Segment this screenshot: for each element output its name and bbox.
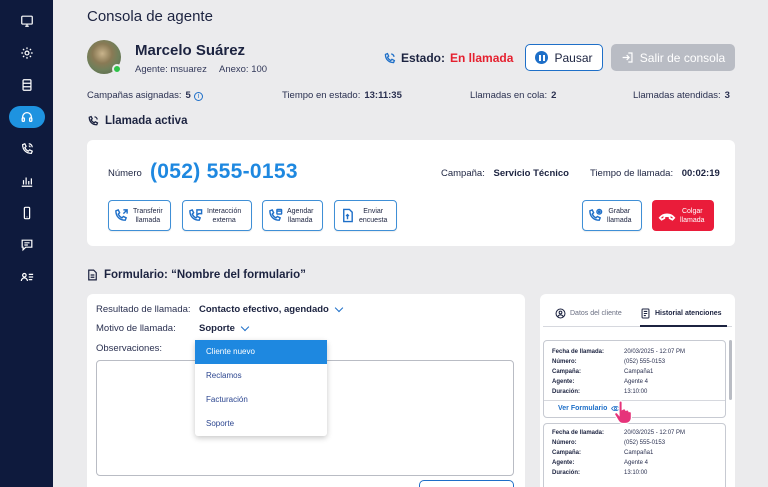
- observations-label: Observaciones:: [96, 343, 163, 354]
- sidebar: [0, 0, 53, 487]
- main-content: Consola de agente Marcelo Suárez Agente:…: [53, 0, 768, 487]
- chevron-down-icon: [334, 303, 344, 313]
- logout-icon: [622, 52, 633, 63]
- survey-icon: [343, 208, 353, 223]
- stat-queue-value: 2: [551, 90, 557, 101]
- record-call-icon: [589, 208, 603, 221]
- chevron-down-icon: [240, 322, 250, 332]
- dropdown-option[interactable]: Reclamos: [195, 364, 327, 388]
- phone-call-icon: [384, 52, 396, 63]
- sidebar-item-calls[interactable]: [9, 138, 45, 160]
- stat-attended: Llamadas atendidas: 3: [633, 90, 730, 101]
- caller-number: (052) 555-0153: [150, 160, 298, 183]
- stat-campaigns: Campañas asignadas: 5 i: [87, 90, 203, 101]
- sidebar-item-agent-console[interactable]: [9, 106, 45, 128]
- active-call-title: Llamada activa: [87, 115, 187, 127]
- reason-dropdown: Cliente nuevo Reclamos Facturación Sopor…: [195, 340, 327, 436]
- result-select[interactable]: Contacto efectivo, agendado: [199, 303, 344, 315]
- database-icon: [22, 79, 32, 91]
- sidebar-item-messages[interactable]: [9, 234, 45, 256]
- campaign-info: Campaña: Servicio Técnico: [441, 168, 569, 179]
- record-call-button[interactable]: Grabar llamada: [582, 200, 642, 231]
- stat-attended-value: 3: [724, 90, 730, 101]
- history-card: Fecha de llamada: 20/03/2025 - 12:07 PM …: [543, 423, 726, 487]
- avatar: [87, 40, 122, 74]
- status-value: En llamada: [450, 51, 514, 65]
- tab-client-data[interactable]: Datos del cliente: [555, 308, 622, 319]
- status-label: Estado:: [401, 51, 446, 65]
- dropdown-option[interactable]: Soporte: [195, 412, 327, 436]
- stat-time-value: 13:11:35: [364, 90, 402, 101]
- agent-extension: Anexo: 100: [219, 64, 268, 75]
- history-card: Fecha de llamada: 20/03/2025 - 12:07 PM …: [543, 340, 726, 418]
- transfer-call-button[interactable]: Transferir llamada: [108, 200, 171, 231]
- gear-icon: [21, 47, 33, 59]
- reason-label: Motivo de llamada:: [96, 323, 176, 334]
- form-title: Formulario: “Nombre del formulario”: [87, 269, 306, 281]
- document-icon: [88, 269, 97, 281]
- sidebar-item-settings[interactable]: [9, 42, 45, 64]
- view-form-link[interactable]: Ver Formulario: [558, 405, 621, 412]
- sidebar-item-contacts[interactable]: [9, 266, 45, 288]
- contacts-icon: [20, 272, 34, 282]
- page-title: Consola de agente: [87, 8, 213, 25]
- pause-icon: [535, 51, 549, 64]
- campaign-value: Servicio Técnico: [493, 168, 569, 179]
- hang-up-icon: [658, 213, 676, 221]
- history-doc-icon: [641, 308, 650, 319]
- online-status-dot: [112, 64, 122, 74]
- dropdown-option[interactable]: Facturación: [195, 388, 327, 412]
- exit-console-button[interactable]: Salir de consola: [611, 44, 735, 71]
- hand-cursor-icon: [613, 400, 632, 424]
- schedule-call-icon: [269, 208, 283, 221]
- call-status: Estado: En llamada: [383, 51, 513, 65]
- pause-button-label: Pausar: [554, 50, 593, 65]
- stat-time-in-state: Tiempo en estado: 13:11:35: [282, 90, 402, 101]
- headset-icon: [21, 111, 33, 123]
- sidebar-item-reports[interactable]: [9, 170, 45, 192]
- info-icon[interactable]: i: [193, 92, 203, 101]
- send-survey-button[interactable]: Enviar encuesta: [334, 200, 397, 231]
- mobile-icon: [23, 206, 31, 220]
- schedule-call-button[interactable]: Agendar llamada: [262, 200, 323, 231]
- monitor-icon: [21, 15, 33, 27]
- number-label: Número: [108, 168, 142, 179]
- dropdown-option[interactable]: Cliente nuevo: [195, 340, 327, 364]
- user-circle-icon: [555, 308, 566, 319]
- sidebar-item-monitor[interactable]: [9, 10, 45, 32]
- bar-chart-icon: [21, 177, 33, 187]
- sidebar-item-mobile[interactable]: [9, 202, 45, 224]
- exit-console-label: Salir de consola: [639, 50, 726, 65]
- hang-up-button[interactable]: Colgar llamada: [652, 200, 714, 231]
- call-duration-value: 00:02:19: [681, 168, 720, 179]
- call-duration: Tiempo de llamada: 00:02:19: [590, 168, 720, 179]
- external-interaction-button[interactable]: Interacción externa: [182, 200, 252, 231]
- agent-username: Agente: msuarez: [135, 64, 207, 75]
- phone-call-icon: [88, 115, 99, 126]
- tab-history[interactable]: Historial atenciones: [640, 308, 722, 319]
- stat-queue: Llamadas en cola: 2: [470, 90, 557, 101]
- phone-signal-icon: [22, 142, 34, 154]
- pause-button[interactable]: Pausar: [525, 44, 603, 71]
- form-action-button[interactable]: [419, 480, 514, 487]
- history-scrollbar[interactable]: [729, 340, 732, 400]
- agent-name: Marcelo Suárez: [135, 42, 246, 59]
- sidebar-item-database[interactable]: [9, 74, 45, 96]
- tab-active-indicator: [640, 325, 727, 327]
- chat-icon: [21, 239, 33, 252]
- external-interaction-icon: [189, 208, 203, 221]
- stat-campaigns-value: 5: [185, 90, 191, 101]
- result-label: Resultado de llamada:: [96, 304, 191, 315]
- reason-select[interactable]: Soporte: [199, 322, 250, 334]
- transfer-call-icon: [115, 208, 128, 221]
